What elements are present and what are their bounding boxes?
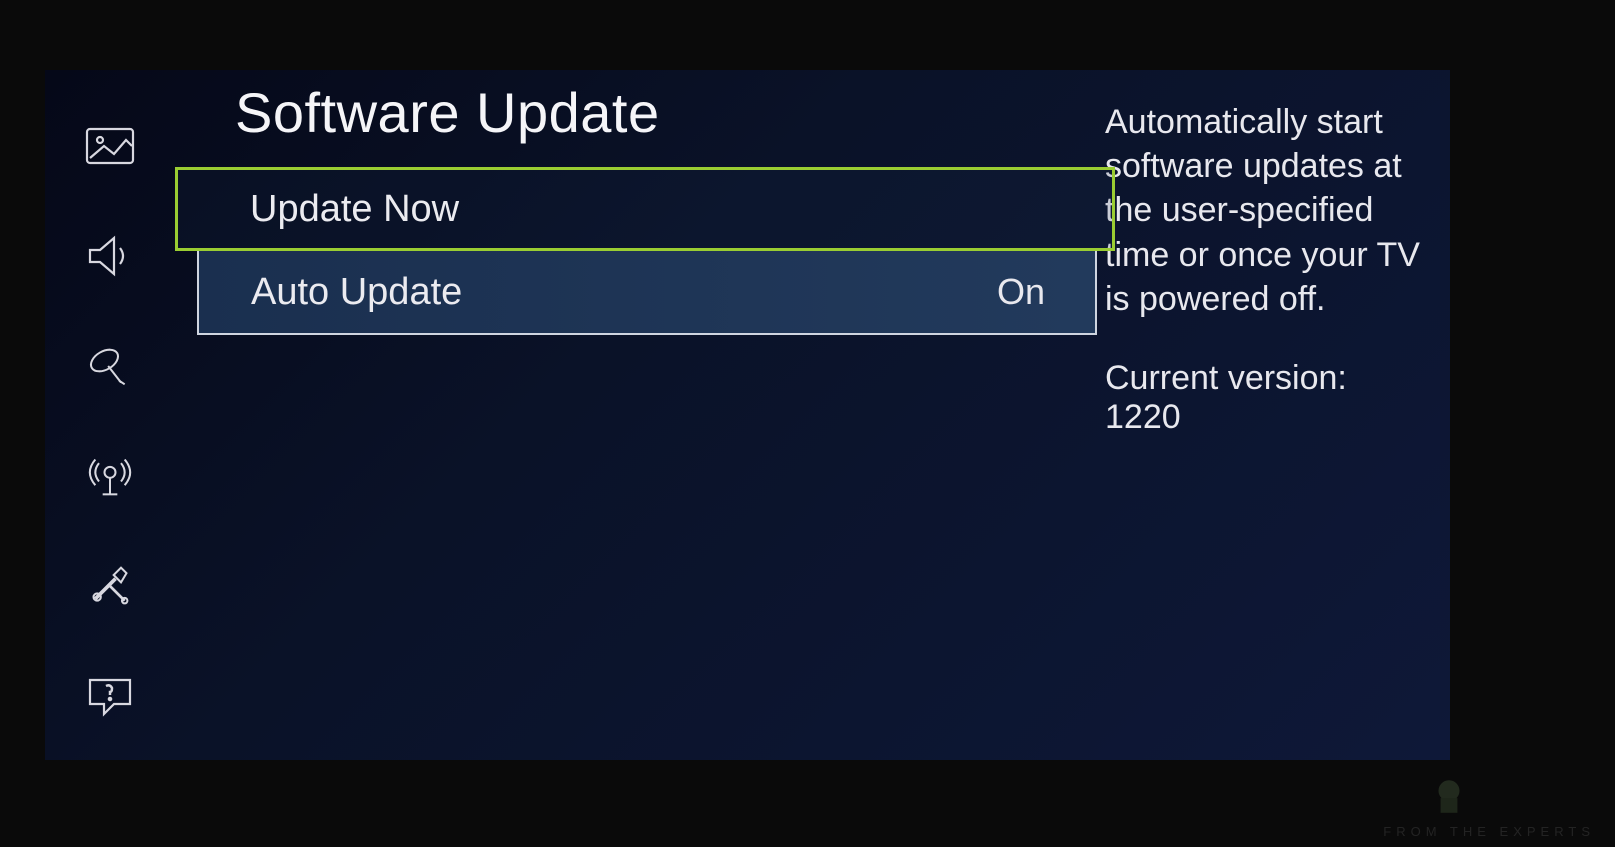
menu-item-value: On: [997, 271, 1045, 313]
watermark-text: FROM THE EXPERTS: [1383, 824, 1595, 839]
system-icon[interactable]: [83, 565, 137, 607]
menu-item-update-now[interactable]: Update Now: [175, 167, 1115, 251]
current-version: Current version: 1220: [1105, 359, 1420, 437]
page-title: Software Update: [175, 80, 1095, 167]
tv-settings-screen: Software Update Update Now Auto Update O…: [45, 70, 1450, 760]
settings-content: Software Update Update Now Auto Update O…: [175, 80, 1095, 760]
menu-item-auto-update[interactable]: Auto Update On: [197, 251, 1097, 335]
info-panel: Automatically start software updates at …: [1095, 80, 1450, 760]
network-icon[interactable]: [83, 455, 137, 497]
sound-icon[interactable]: [83, 235, 137, 277]
settings-sidebar: [45, 70, 175, 760]
menu-list: Update Now Auto Update On: [175, 167, 1095, 335]
support-icon[interactable]: [83, 675, 137, 717]
setting-description: Automatically start software updates at …: [1105, 100, 1420, 321]
picture-icon[interactable]: [83, 125, 137, 167]
menu-item-label: Update Now: [250, 188, 459, 231]
watermark-logo-icon: [1428, 775, 1470, 817]
broadcasting-icon[interactable]: [83, 345, 137, 387]
main-content: Software Update Update Now Auto Update O…: [175, 70, 1450, 760]
menu-item-label: Auto Update: [251, 271, 462, 314]
